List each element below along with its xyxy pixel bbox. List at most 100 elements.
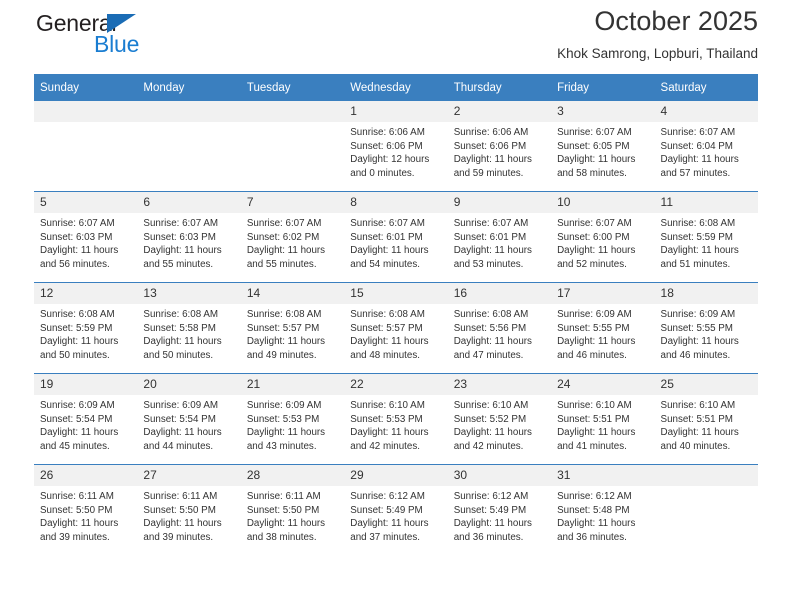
day-number [137,101,241,122]
calendar-day-cell[interactable]: 16 Sunrise: 6:08 AM Sunset: 5:56 PM Dayligh… [447,282,552,374]
day-sunrise-text: Sunrise: 6:07 AM [557,127,632,138]
calendar-day-cell[interactable]: 23 Sunrise: 6:10 AM Sunset: 5:52 PM Dayligh… [447,373,552,465]
day-sunset-text: Sunset: 5:49 PM [453,504,527,516]
weekday-header-monday: Monday [137,74,241,101]
day-sun-info [241,122,344,126]
calendar-day-cell[interactable]: 3 Sunrise: 6:07 AM Sunset: 6:05 PM Daylight… [551,101,655,192]
calendar-day-cell[interactable]: 12 Sunrise: 6:08 AM Sunset: 5:59 PM Dayligh… [34,282,138,374]
day-number: 29 [344,465,448,486]
day-number: 1 [344,101,448,122]
calendar-day-cell[interactable]: 25 Sunrise: 6:10 AM Sunset: 5:51 PM Dayligh… [654,373,758,465]
day-sunset-text: Sunset: 5:54 PM [40,413,113,425]
calendar-day-cell[interactable]: 31 Sunrise: 6:12 AM Sunset: 5:48 PM Dayligh… [551,464,655,555]
day-daylight-1-text: Daylight: 11 hours [143,336,222,348]
calendar-empty-cell [137,101,241,192]
calendar-day-cell[interactable]: 15 Sunrise: 6:08 AM Sunset: 5:57 PM Dayligh… [344,282,448,374]
day-sun-info: Sunrise: 6:08 AM Sunset: 5:57 PM Daylight:… [344,304,447,362]
weekday-header-sunday: Sunday [34,74,138,101]
calendar-day-cell[interactable]: 1 Sunrise: 6:06 AM Sunset: 6:06 PM Daylight… [344,101,448,192]
day-sun-info: Sunrise: 6:11 AM Sunset: 5:50 PM Daylight:… [34,486,137,544]
calendar-day-cell[interactable]: 18 Sunrise: 6:09 AM Sunset: 5:55 PM Dayligh… [654,282,758,374]
calendar-day-cell[interactable]: 28 Sunrise: 6:11 AM Sunset: 5:50 PM Dayligh… [240,464,345,555]
day-daylight-1-text: Daylight: 11 hours [40,518,119,530]
calendar-day-cell[interactable]: 29 Sunrise: 6:12 AM Sunset: 5:49 PM Dayligh… [344,464,448,555]
day-sun-info [655,486,758,490]
calendar-day-cell[interactable]: 20 Sunrise: 6:09 AM Sunset: 5:54 PM Dayligh… [137,373,241,465]
day-sun-info: Sunrise: 6:07 AM Sunset: 6:02 PM Daylight:… [241,213,344,271]
calendar-day-cell[interactable]: 14 Sunrise: 6:08 AM Sunset: 5:57 PM Dayligh… [240,282,345,374]
day-sun-info [34,122,137,126]
calendar-day-cell[interactable]: 4 Sunrise: 6:07 AM Sunset: 6:04 PM Daylight… [654,101,758,192]
day-sun-info: Sunrise: 6:09 AM Sunset: 5:55 PM Daylight:… [551,304,654,362]
day-daylight-1-text: Daylight: 11 hours [660,427,739,439]
day-sunset-text: Sunset: 5:48 PM [557,504,630,516]
day-sunrise-text: Sunrise: 6:08 AM [350,309,425,320]
day-daylight-2-text: and 43 minutes. [246,440,317,452]
day-number: 22 [344,374,448,395]
day-daylight-1-text: Daylight: 11 hours [40,245,119,257]
day-sun-info: Sunrise: 6:08 AM Sunset: 5:59 PM Daylight:… [655,213,758,271]
calendar-day-cell[interactable]: 2 Sunrise: 6:06 AM Sunset: 6:06 PM Daylight… [447,101,552,192]
day-number: 18 [654,283,758,304]
day-daylight-1-text: Daylight: 11 hours [453,427,532,439]
calendar-day-cell[interactable]: 8 Sunrise: 6:07 AM Sunset: 6:01 PM Daylight… [344,191,448,283]
general-blue-logo[interactable]: General Blue [36,10,286,68]
day-sunset-text: Sunset: 5:59 PM [660,231,733,243]
day-daylight-1-text: Daylight: 11 hours [143,245,222,257]
day-daylight-2-text: and 47 minutes. [453,349,524,361]
day-daylight-1-text: Daylight: 11 hours [246,336,326,348]
calendar-day-cell[interactable]: 22 Sunrise: 6:10 AM Sunset: 5:53 PM Dayligh… [344,373,448,465]
day-sunset-text: Sunset: 6:03 PM [40,231,113,243]
day-daylight-1-text: Daylight: 11 hours [246,518,326,530]
day-number: 12 [34,283,138,304]
calendar-day-cell[interactable]: 9 Sunrise: 6:07 AM Sunset: 6:01 PM Daylight… [447,191,552,283]
calendar-empty-cell [34,101,138,192]
calendar-empty-cell [654,464,758,555]
day-sunset-text: Sunset: 6:06 PM [350,140,423,152]
logo-text-blue: Blue [94,31,140,57]
day-daylight-2-text: and 46 minutes. [557,349,627,361]
day-number: 13 [137,283,241,304]
calendar-day-cell[interactable]: 17 Sunrise: 6:09 AM Sunset: 5:55 PM Dayligh… [551,282,655,374]
day-daylight-1-text: Daylight: 11 hours [350,427,429,439]
day-daylight-2-text: and 42 minutes. [453,440,524,452]
day-sunrise-text: Sunrise: 6:09 AM [143,400,219,411]
calendar-day-cell[interactable]: 26 Sunrise: 6:11 AM Sunset: 5:50 PM Dayligh… [34,464,138,555]
day-daylight-2-text: and 53 minutes. [453,258,524,270]
day-daylight-2-text: and 38 minutes. [246,531,317,543]
day-sun-info: Sunrise: 6:10 AM Sunset: 5:53 PM Daylight:… [344,395,447,453]
day-daylight-2-text: and 40 minutes. [660,440,731,452]
day-daylight-1-text: Daylight: 11 hours [143,427,222,439]
calendar-day-cell[interactable]: 6 Sunrise: 6:07 AM Sunset: 6:03 PM Daylight… [137,191,241,283]
day-sunrise-text: Sunrise: 6:10 AM [557,400,632,411]
day-sunrise-text: Sunrise: 6:07 AM [557,218,632,229]
calendar-page: General Blue October 2025 Khok Samrong, … [0,0,792,612]
weekday-header-friday: Friday [551,74,655,101]
calendar-day-cell[interactable]: 11 Sunrise: 6:08 AM Sunset: 5:59 PM Dayligh… [654,191,758,283]
day-sunrise-text: Sunrise: 6:09 AM [660,309,736,320]
day-sunrise-text: Sunrise: 6:08 AM [660,218,736,229]
sunrise-sunset-calendar: Sunday Monday Tuesday Wednesday Thursday… [34,74,758,555]
day-daylight-1-text: Daylight: 11 hours [40,427,119,439]
calendar-day-cell[interactable]: 5 Sunrise: 6:07 AM Sunset: 6:03 PM Daylight… [34,191,138,283]
day-number: 6 [137,192,241,213]
calendar-day-cell[interactable]: 30 Sunrise: 6:12 AM Sunset: 5:49 PM Dayligh… [447,464,552,555]
calendar-day-cell[interactable]: 27 Sunrise: 6:11 AM Sunset: 5:50 PM Dayligh… [137,464,241,555]
day-number: 17 [551,283,655,304]
calendar-day-cell[interactable]: 19 Sunrise: 6:09 AM Sunset: 5:54 PM Dayligh… [34,373,138,465]
calendar-day-cell[interactable]: 10 Sunrise: 6:07 AM Sunset: 6:00 PM Dayligh… [551,191,655,283]
day-daylight-1-text: Daylight: 11 hours [453,154,532,166]
day-number [34,101,138,122]
day-daylight-2-text: and 36 minutes. [453,531,524,543]
day-sun-info: Sunrise: 6:08 AM Sunset: 5:58 PM Daylight:… [137,304,240,362]
calendar-day-cell[interactable]: 24 Sunrise: 6:10 AM Sunset: 5:51 PM Dayligh… [551,373,655,465]
calendar-day-cell[interactable]: 21 Sunrise: 6:09 AM Sunset: 5:53 PM Dayligh… [240,373,345,465]
day-number: 26 [34,465,138,486]
day-sun-info: Sunrise: 6:10 AM Sunset: 5:52 PM Daylight:… [448,395,551,453]
calendar-day-cell[interactable]: 7 Sunrise: 6:07 AM Sunset: 6:02 PM Daylight… [240,191,345,283]
day-sunrise-text: Sunrise: 6:07 AM [143,218,219,229]
day-sun-info: Sunrise: 6:06 AM Sunset: 6:06 PM Daylight:… [344,122,447,180]
calendar-day-cell[interactable]: 13 Sunrise: 6:08 AM Sunset: 5:58 PM Dayligh… [137,282,241,374]
day-number: 9 [447,192,552,213]
day-sun-info: Sunrise: 6:07 AM Sunset: 6:04 PM Daylight:… [655,122,758,180]
